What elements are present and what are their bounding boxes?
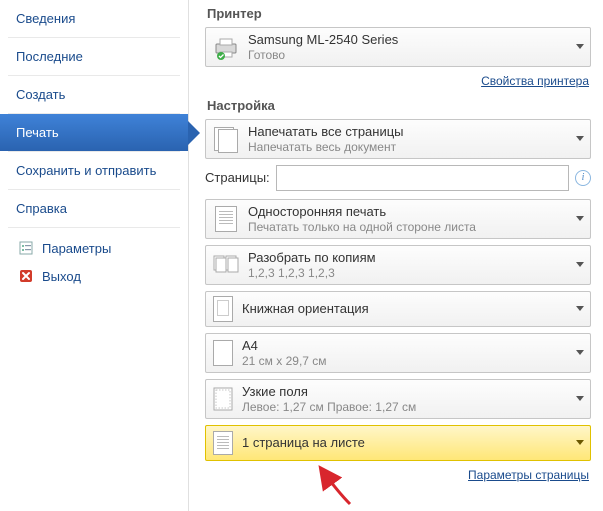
collate-sub: 1,2,3 1,2,3 1,2,3 <box>248 266 376 280</box>
printer-status: Готово <box>248 48 398 62</box>
pages-info-icon[interactable]: i <box>575 170 591 186</box>
one-per-sheet-icon <box>212 430 234 456</box>
sidebar-item-label: Последние <box>16 49 83 64</box>
chevron-down-icon <box>576 306 584 311</box>
margins-sub: Левое: 1,27 см Правое: 1,27 см <box>242 400 416 414</box>
chevron-down-icon <box>576 44 584 49</box>
print-what-selector[interactable]: Напечатать все страницы Напечатать весь … <box>205 119 591 159</box>
margins-selector[interactable]: Узкие поля Левое: 1,27 см Правое: 1,27 с… <box>205 379 591 419</box>
sidebar-sub-label: Параметры <box>42 241 111 256</box>
settings-heading: Настройка <box>207 98 591 113</box>
sidebar-item-help[interactable]: Справка <box>0 190 188 227</box>
sides-selector[interactable]: Односторонняя печать Печатать только на … <box>205 199 591 239</box>
collate-selector[interactable]: Разобрать по копиям 1,2,3 1,2,3 1,2,3 <box>205 245 591 285</box>
printer-properties-link[interactable]: Свойства принтера <box>481 74 589 88</box>
pages-all-icon <box>212 125 240 153</box>
collate-title: Разобрать по копиям <box>248 250 376 266</box>
collate-icon <box>212 251 240 279</box>
print-what-title: Напечатать все страницы <box>248 124 404 140</box>
sidebar-item-label: Печать <box>16 125 59 140</box>
backstage-sidebar: Сведения Последние Создать Печать Сохран… <box>0 0 189 511</box>
printer-heading: Принтер <box>207 6 591 21</box>
sides-sub: Печатать только на одной стороне листа <box>248 220 476 234</box>
sidebar-sub-label: Выход <box>42 269 81 284</box>
print-what-sub: Напечатать весь документ <box>248 140 404 154</box>
paper-sub: 21 см x 29,7 см <box>242 354 327 368</box>
margins-icon <box>212 386 234 412</box>
print-panel: Принтер Samsung ML-2540 Series Готово Св… <box>189 0 603 511</box>
per-sheet-title: 1 страница на листе <box>242 435 365 451</box>
page-setup-link[interactable]: Параметры страницы <box>468 468 589 482</box>
sidebar-item-save-send[interactable]: Сохранить и отправить <box>0 152 188 189</box>
exit-icon <box>18 268 34 284</box>
orientation-title: Книжная ориентация <box>242 301 369 317</box>
paper-title: A4 <box>242 338 327 354</box>
pages-per-sheet-selector[interactable]: 1 страница на листе <box>205 425 591 461</box>
paper-icon <box>212 340 234 366</box>
portrait-icon <box>212 296 234 322</box>
chevron-down-icon <box>576 136 584 141</box>
options-icon <box>18 240 34 256</box>
sidebar-item-label: Справка <box>16 201 67 216</box>
one-sided-icon <box>212 205 240 233</box>
sidebar-item-new[interactable]: Создать <box>0 76 188 113</box>
orientation-selector[interactable]: Книжная ориентация <box>205 291 591 327</box>
printer-selector[interactable]: Samsung ML-2540 Series Готово <box>205 27 591 67</box>
sidebar-item-label: Сведения <box>16 11 75 26</box>
chevron-down-icon <box>576 350 584 355</box>
sidebar-item-recent[interactable]: Последние <box>0 38 188 75</box>
pages-label: Страницы: <box>205 170 270 185</box>
printer-icon <box>212 33 240 61</box>
chevron-down-icon <box>576 396 584 401</box>
pages-input[interactable] <box>276 165 569 191</box>
margins-title: Узкие поля <box>242 384 416 400</box>
chevron-down-icon <box>576 262 584 267</box>
sidebar-item-label: Сохранить и отправить <box>16 163 156 178</box>
printer-name: Samsung ML-2540 Series <box>248 32 398 48</box>
sidebar-sub-exit[interactable]: Выход <box>0 262 188 290</box>
sidebar-item-info[interactable]: Сведения <box>0 0 188 37</box>
sides-title: Односторонняя печать <box>248 204 476 220</box>
sidebar-sub-options[interactable]: Параметры <box>0 234 188 262</box>
chevron-down-icon <box>576 216 584 221</box>
sidebar-item-print[interactable]: Печать <box>0 114 188 151</box>
paper-size-selector[interactable]: A4 21 см x 29,7 см <box>205 333 591 373</box>
chevron-down-icon <box>576 440 584 445</box>
sidebar-item-label: Создать <box>16 87 65 102</box>
